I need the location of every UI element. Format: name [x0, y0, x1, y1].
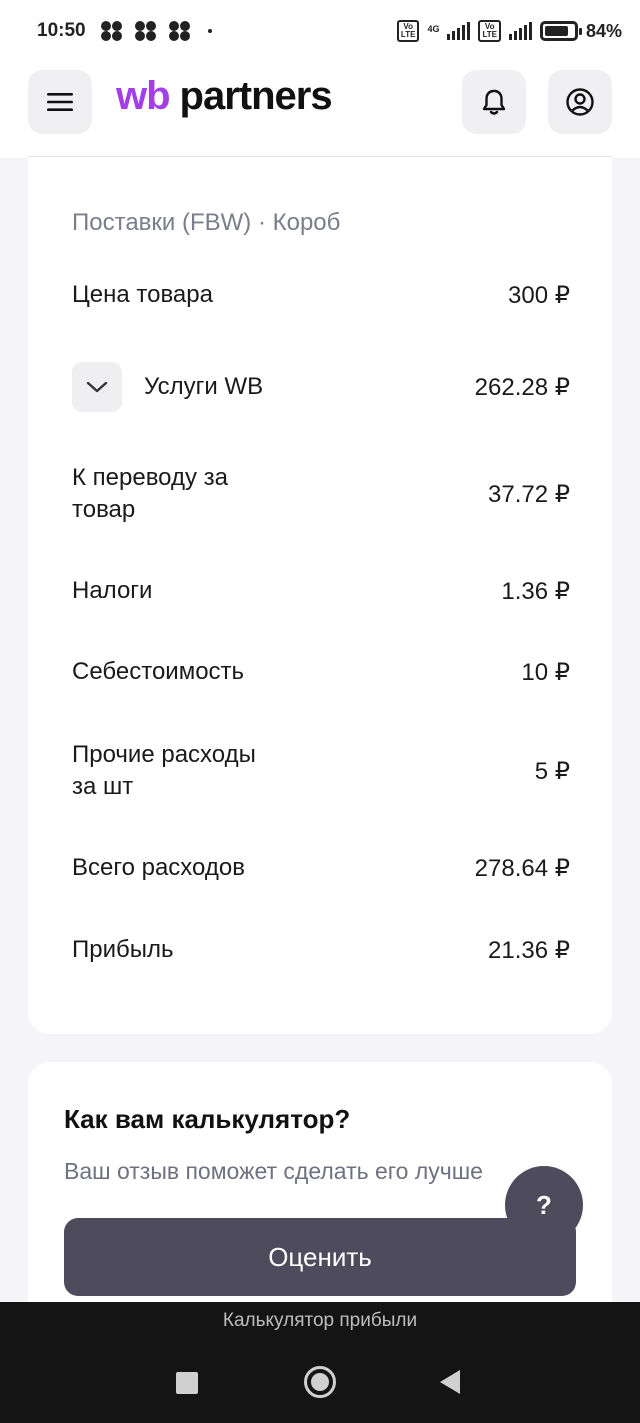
row-value: 300 ₽ — [508, 281, 570, 309]
recent-apps-icon[interactable] — [176, 1372, 198, 1394]
row-label: Себестоимость — [72, 658, 245, 685]
row-cost-price: Себестоимость 10 ₽ — [72, 654, 570, 690]
row-label: Услуги WB — [144, 373, 264, 400]
status-indicators: Vo LTE 4G Vo LTE 84% — [396, 20, 622, 42]
row-label: Прочие расходы за шт — [72, 741, 256, 800]
chevron-down-icon — [86, 381, 108, 393]
row-product-price: Цена товара 300 ₽ — [72, 277, 570, 313]
battery-icon — [539, 21, 582, 41]
row-value: 1.36 ₽ — [501, 577, 570, 605]
bell-icon — [482, 89, 506, 115]
row-taxes: Налоги 1.36 ₽ — [72, 573, 570, 609]
signal-icon — [447, 22, 471, 40]
row-profit: Прибыль 21.36 ₽ — [72, 932, 570, 968]
row-value: 10 ₽ — [521, 658, 570, 686]
row-label: К переводу за товар — [72, 464, 229, 523]
app-header: wb partners — [0, 62, 640, 158]
logo-wb: wb — [116, 74, 171, 118]
network-type: 4G — [427, 24, 440, 34]
row-value: 37.72 ₽ — [488, 480, 570, 508]
row-other-expenses: Прочие расходы за шт 5 ₽ — [72, 736, 570, 806]
feedback-subtitle: Ваш отзыв поможет сделать его лучше — [64, 1158, 483, 1184]
notifications-button[interactable] — [462, 70, 526, 134]
system-nav-bar: Калькулятор прибыли — [0, 1302, 640, 1423]
supply-type-label: Поставки (FBW) · Короб — [72, 209, 341, 236]
logo-partners: partners — [179, 74, 333, 118]
battery-percent: 84% — [585, 20, 622, 41]
help-button[interactable]: ? — [505, 1166, 583, 1244]
row-label: Прибыль — [72, 936, 174, 963]
app-caption: Калькулятор прибыли — [222, 1310, 418, 1331]
menu-icon — [47, 93, 73, 111]
status-time: 10:50 — [37, 20, 86, 41]
logo[interactable]: wb partners — [116, 74, 333, 134]
notification-icons — [100, 21, 212, 41]
row-value: 21.36 ₽ — [488, 936, 570, 964]
home-icon[interactable] — [304, 1366, 336, 1398]
row-payout: К переводу за товар 37.72 ₽ — [72, 459, 570, 529]
feedback-title: Как вам калькулятор? — [64, 1104, 351, 1134]
status-bar: 10:50 Vo LTE 4G Vo LTE 84% — [0, 0, 640, 62]
notification-icon — [168, 21, 192, 41]
volte-icon-2: Vo LTE — [478, 20, 501, 42]
more-notifications-dot — [207, 29, 212, 33]
rate-button[interactable]: Оценить — [64, 1218, 576, 1296]
row-value: 5 ₽ — [534, 757, 570, 785]
back-icon[interactable] — [440, 1370, 460, 1394]
expand-services-button[interactable] — [72, 362, 122, 412]
menu-button[interactable] — [28, 70, 92, 134]
row-label: Всего расходов — [72, 854, 245, 881]
notification-icon — [134, 21, 158, 41]
row-label-group: Услуги WB — [72, 362, 263, 412]
row-label: Налоги — [72, 577, 153, 604]
row-label: Цена товара — [72, 281, 213, 308]
row-wb-services: Услуги WB 262.28 ₽ — [72, 362, 570, 412]
notification-icon — [100, 21, 124, 41]
row-total-expenses: Всего расходов 278.64 ₽ — [72, 850, 570, 886]
profile-icon — [566, 88, 594, 116]
profile-button[interactable] — [548, 70, 612, 134]
volte-icon: Vo LTE — [396, 20, 420, 42]
result-card: Поставки (FBW) · Короб Цена товара 300 ₽… — [28, 156, 612, 1034]
row-value: 278.64 ₽ — [474, 854, 570, 882]
row-value: 262.28 ₽ — [474, 373, 570, 401]
signal-icon-2 — [508, 22, 532, 40]
